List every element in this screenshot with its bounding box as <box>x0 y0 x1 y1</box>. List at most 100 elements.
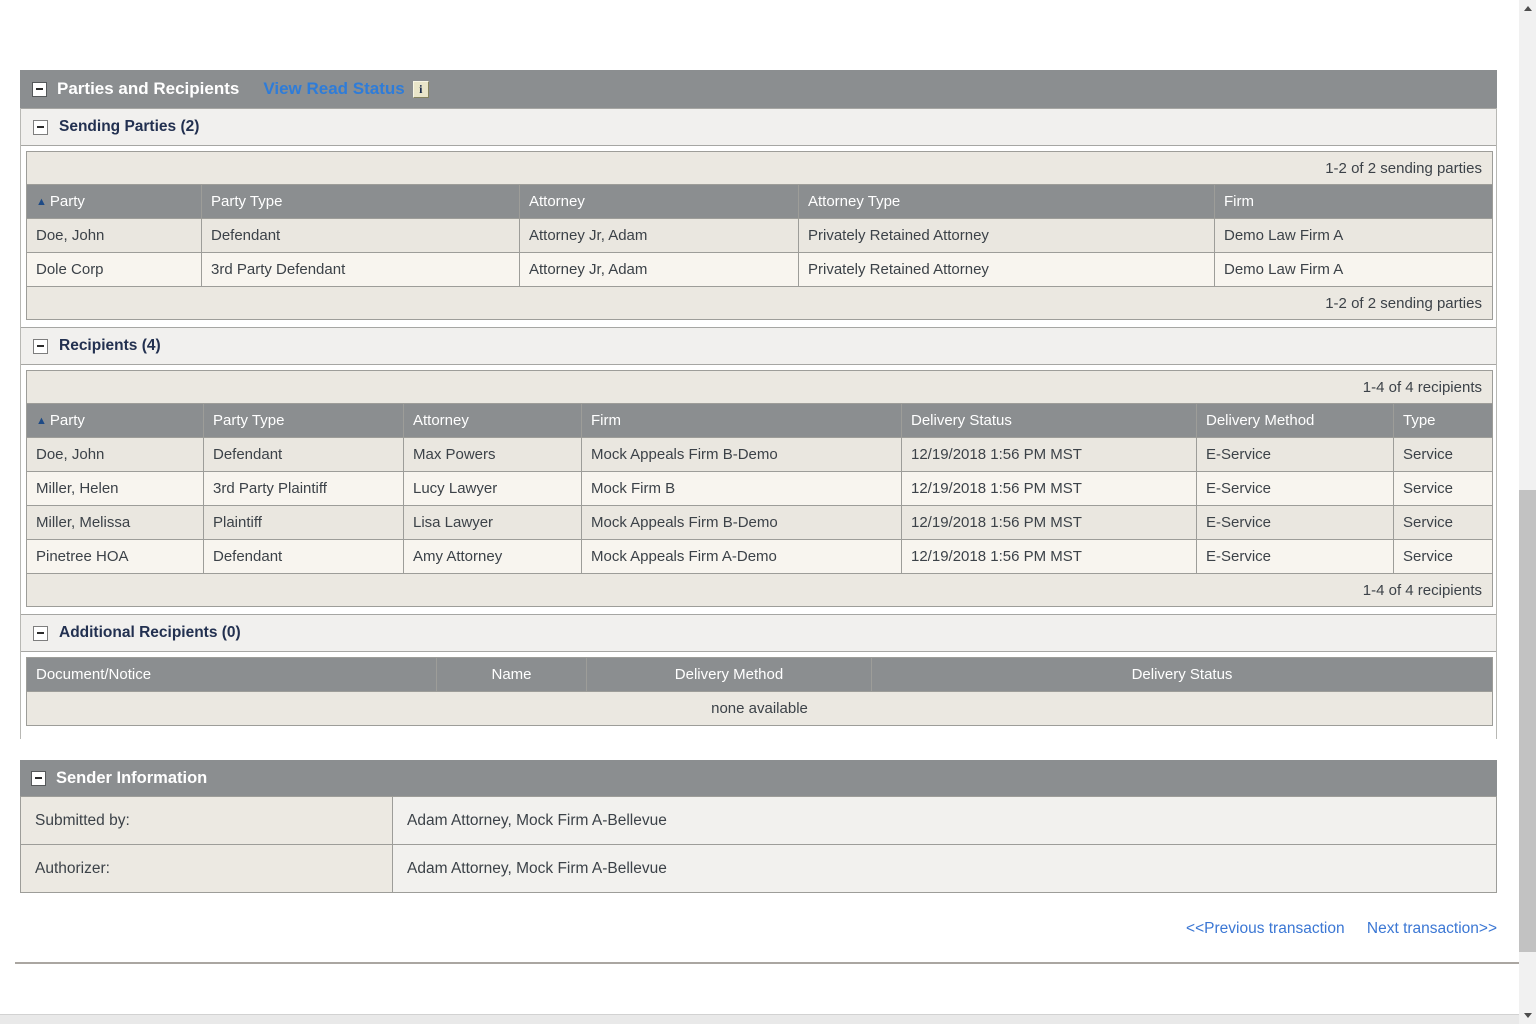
view-read-status-link[interactable]: View Read Status <box>263 79 404 99</box>
column-header-name: Name <box>437 658 587 692</box>
table-row: Doe, John Defendant Attorney Jr, Adam Pr… <box>27 219 1493 253</box>
panel-title: Sender Information <box>56 769 207 788</box>
table-row: none available <box>27 692 1493 726</box>
table-cell: Mock Appeals Firm B-Demo <box>582 506 902 540</box>
table-cell: Defendant <box>202 219 520 253</box>
column-header-firm[interactable]: Firm <box>1215 185 1493 219</box>
table-cell: Mock Appeals Firm A-Demo <box>582 540 902 574</box>
table-row: Dole Corp 3rd Party Defendant Attorney J… <box>27 253 1493 287</box>
table-cell: Service <box>1394 540 1493 574</box>
pager-row: 1-2 of 2 sending parties <box>27 152 1493 185</box>
section-title: Additional Recipients (0) <box>59 624 241 642</box>
vertical-scrollbar[interactable] <box>1519 0 1536 1024</box>
table-cell: Demo Law Firm A <box>1215 219 1493 253</box>
sending-parties-table: 1-2 of 2 sending parties ▲Party Party Ty… <box>26 151 1493 320</box>
table-cell: Plaintiff <box>204 506 404 540</box>
table-cell: Service <box>1394 472 1493 506</box>
column-header-delivery-method[interactable]: Delivery Method <box>1197 404 1394 438</box>
arrow-down-icon <box>1524 1013 1532 1018</box>
pager-row: 1-4 of 4 recipients <box>27 574 1493 607</box>
recipients-section-header: Recipients (4) <box>21 327 1496 365</box>
panel-title: Parties and Recipients <box>57 79 239 99</box>
table-cell: Doe, John <box>27 219 202 253</box>
table-cell: Demo Law Firm A <box>1215 253 1493 287</box>
table-cell: 3rd Party Plaintiff <box>204 472 404 506</box>
column-header-delivery-method: Delivery Method <box>587 658 872 692</box>
column-header-party-type[interactable]: Party Type <box>204 404 404 438</box>
column-header-party[interactable]: ▲Party <box>27 185 202 219</box>
table-cell: Dole Corp <box>27 253 202 287</box>
table-header-row: ▲Party Party Type Attorney Attorney Type… <box>27 185 1493 219</box>
table-header-row: Document/Notice Name Delivery Method Del… <box>27 658 1493 692</box>
collapse-minus-icon[interactable] <box>31 771 46 786</box>
arrow-up-icon <box>1524 6 1532 11</box>
table-cell: Max Powers <box>404 438 582 472</box>
pager-text: 1-2 of 2 sending parties <box>27 287 1493 320</box>
column-header-delivery-status[interactable]: Delivery Status <box>902 404 1197 438</box>
column-header-attorney-type[interactable]: Attorney Type <box>799 185 1215 219</box>
table-cell: Service <box>1394 438 1493 472</box>
table-cell: Doe, John <box>27 438 204 472</box>
previous-transaction-link[interactable]: <<Previous transaction <box>1186 920 1345 937</box>
collapse-minus-icon[interactable] <box>33 626 48 641</box>
table-cell: Mock Appeals Firm B-Demo <box>582 438 902 472</box>
collapse-minus-icon[interactable] <box>32 82 47 97</box>
transaction-nav: <<Previous transaction Next transaction>… <box>1186 920 1497 938</box>
sending-parties-section-header: Sending Parties (2) <box>21 108 1496 146</box>
table-row: Miller, Helen 3rd Party Plaintiff Lucy L… <box>27 472 1493 506</box>
table-cell: E-Service <box>1197 438 1394 472</box>
additional-recipients-section-header: Additional Recipients (0) <box>21 614 1496 652</box>
column-header-type[interactable]: Type <box>1394 404 1493 438</box>
table-cell: Attorney Jr, Adam <box>520 219 799 253</box>
table-row: Miller, Melissa Plaintiff Lisa Lawyer Mo… <box>27 506 1493 540</box>
table-row: Pinetree HOA Defendant Amy Attorney Mock… <box>27 540 1493 574</box>
scrollbar-thumb[interactable] <box>1519 490 1536 952</box>
table-cell: Miller, Helen <box>27 472 204 506</box>
authorizer-label: Authorizer: <box>21 845 393 893</box>
table-cell: Lucy Lawyer <box>404 472 582 506</box>
table-cell: Service <box>1394 506 1493 540</box>
column-label: Party <box>50 193 85 210</box>
table-cell: Mock Firm B <box>582 472 902 506</box>
scroll-down-button[interactable] <box>1519 1007 1536 1024</box>
empty-message: none available <box>27 692 1493 726</box>
table-row: Submitted by: Adam Attorney, Mock Firm A… <box>21 797 1497 845</box>
table-cell: Miller, Melissa <box>27 506 204 540</box>
column-header-firm[interactable]: Firm <box>582 404 902 438</box>
table-cell: Defendant <box>204 540 404 574</box>
table-cell: E-Service <box>1197 472 1394 506</box>
info-icon[interactable]: i <box>413 81 429 98</box>
table-header-row: ▲Party Party Type Attorney Firm Delivery… <box>27 404 1493 438</box>
column-header-document-notice: Document/Notice <box>27 658 437 692</box>
parties-and-recipients-panel: Parties and Recipients View Read Status … <box>20 70 1497 739</box>
sender-information-table: Submitted by: Adam Attorney, Mock Firm A… <box>20 796 1497 893</box>
table-cell: E-Service <box>1197 506 1394 540</box>
column-header-delivery-status: Delivery Status <box>872 658 1493 692</box>
table-cell: 12/19/2018 1:56 PM MST <box>902 472 1197 506</box>
recipients-table: 1-4 of 4 recipients ▲Party Party Type At… <box>26 370 1493 607</box>
section-title: Sending Parties (2) <box>59 118 199 136</box>
column-header-attorney[interactable]: Attorney <box>404 404 582 438</box>
table-cell: 3rd Party Defendant <box>202 253 520 287</box>
column-header-party[interactable]: ▲Party <box>27 404 204 438</box>
sender-information-panel: Sender Information Submitted by: Adam At… <box>20 760 1497 893</box>
table-cell: 12/19/2018 1:56 PM MST <box>902 540 1197 574</box>
table-row: Doe, John Defendant Max Powers Mock Appe… <box>27 438 1493 472</box>
table-row: Authorizer: Adam Attorney, Mock Firm A-B… <box>21 845 1497 893</box>
collapse-minus-icon[interactable] <box>33 120 48 135</box>
column-header-party-type[interactable]: Party Type <box>202 185 520 219</box>
column-header-attorney[interactable]: Attorney <box>520 185 799 219</box>
scroll-up-button[interactable] <box>1519 0 1536 17</box>
pager-text: 1-4 of 4 recipients <box>27 371 1493 404</box>
parties-panel-header: Parties and Recipients View Read Status … <box>20 70 1497 108</box>
next-transaction-link[interactable]: Next transaction>> <box>1367 920 1497 937</box>
authorizer-value: Adam Attorney, Mock Firm A-Bellevue <box>393 845 1497 893</box>
collapse-minus-icon[interactable] <box>33 339 48 354</box>
table-cell: 12/19/2018 1:56 PM MST <box>902 438 1197 472</box>
table-cell: Pinetree HOA <box>27 540 204 574</box>
sort-ascending-icon: ▲ <box>36 415 47 427</box>
pager-text: 1-4 of 4 recipients <box>27 574 1493 607</box>
table-cell: E-Service <box>1197 540 1394 574</box>
submitted-by-value: Adam Attorney, Mock Firm A-Bellevue <box>393 797 1497 845</box>
table-cell: Privately Retained Attorney <box>799 219 1215 253</box>
